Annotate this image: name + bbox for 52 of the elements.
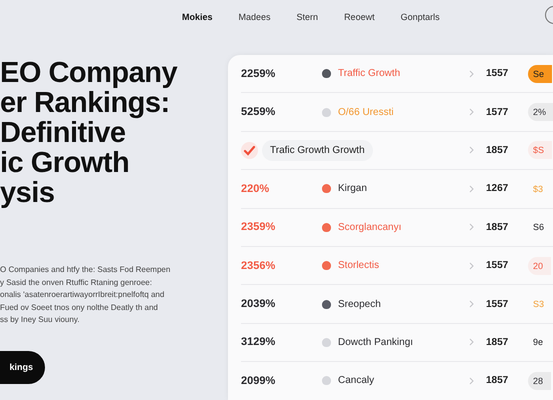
growth-percent: 220%: [241, 182, 270, 195]
growth-percent: 2099%: [241, 374, 276, 387]
chevron-right-icon[interactable]: [469, 376, 474, 385]
chevron-right-icon[interactable]: [469, 300, 474, 308]
score-tag: $S: [528, 141, 552, 160]
company-name: Cancaly: [338, 375, 374, 386]
intro-paragraph: O Companies and htfy the: Sasts Fod Reempen y Sasid the onven Rtuffic Rtaning genroee: onalis 'asatenroerartiwayorrIbreit:pnelfoftq and Fued ov Soeet tnos ony nolthe Deatly th and ss by Iney Suu viouny.: [0, 264, 172, 326]
page-heading: EO Company er Rankings: Definitive ic Growth ysis: [0, 58, 178, 208]
company-name: Storlectis: [338, 260, 380, 272]
growth-percent: 2359%: [241, 221, 276, 234]
nav-link[interactable]: Mokies: [177, 9, 218, 25]
chevron-right-icon[interactable]: [469, 184, 474, 193]
score-tag: 20: [528, 256, 552, 275]
growth-percent: 2356%: [241, 260, 276, 272]
metric-tag: Trafic Growth Growth: [262, 140, 373, 161]
nav-link[interactable]: Madees: [234, 9, 276, 25]
nav-link[interactable]: Reoewt: [339, 9, 380, 25]
rank-number: 1267: [486, 183, 508, 194]
rank-number: 1857: [486, 375, 508, 386]
nav-link[interactable]: Stern: [292, 9, 324, 25]
rank-number: 1557: [486, 298, 508, 310]
company-name: Dowcth Pankingı: [338, 336, 414, 348]
rank-number: 1857: [486, 222, 508, 233]
rank-number: 1557: [486, 260, 508, 272]
company-name: Scorglancanyı: [338, 222, 402, 233]
score-tag: $3: [528, 180, 552, 198]
nav-link[interactable]: Gonptarls: [396, 9, 445, 25]
growth-percent: 2039%: [241, 298, 276, 310]
score-tag: 28: [528, 372, 552, 390]
rank-number: 1857: [486, 336, 508, 348]
company-name: O/66 Uressti: [338, 106, 394, 118]
chevron-right-icon[interactable]: [469, 70, 474, 78]
chevron-right-icon[interactable]: [469, 108, 474, 116]
score-tag: S6: [528, 218, 552, 236]
score-tag: Se: [528, 64, 552, 83]
company-name: Traffic Growth: [338, 68, 400, 80]
growth-percent: 5259%: [241, 106, 276, 118]
score-tag: 9e: [528, 333, 552, 352]
chevron-right-icon[interactable]: [469, 338, 474, 346]
growth-percent: 3129%: [241, 336, 276, 348]
score-tag: 2%: [528, 103, 553, 122]
chevron-right-icon[interactable]: [469, 146, 474, 154]
score-tag: S3: [528, 295, 552, 314]
chevron-right-icon[interactable]: [469, 223, 474, 232]
rank-number: 1577: [486, 106, 508, 118]
company-name: Kirgan: [338, 183, 367, 194]
chevron-right-icon[interactable]: [469, 262, 474, 270]
rank-number: 1857: [486, 144, 508, 156]
growth-percent: 2259%: [241, 68, 276, 80]
rankings-button[interactable]: kings: [0, 350, 45, 384]
company-name: Sreopech: [338, 298, 381, 310]
rank-number: 1557: [486, 68, 508, 80]
